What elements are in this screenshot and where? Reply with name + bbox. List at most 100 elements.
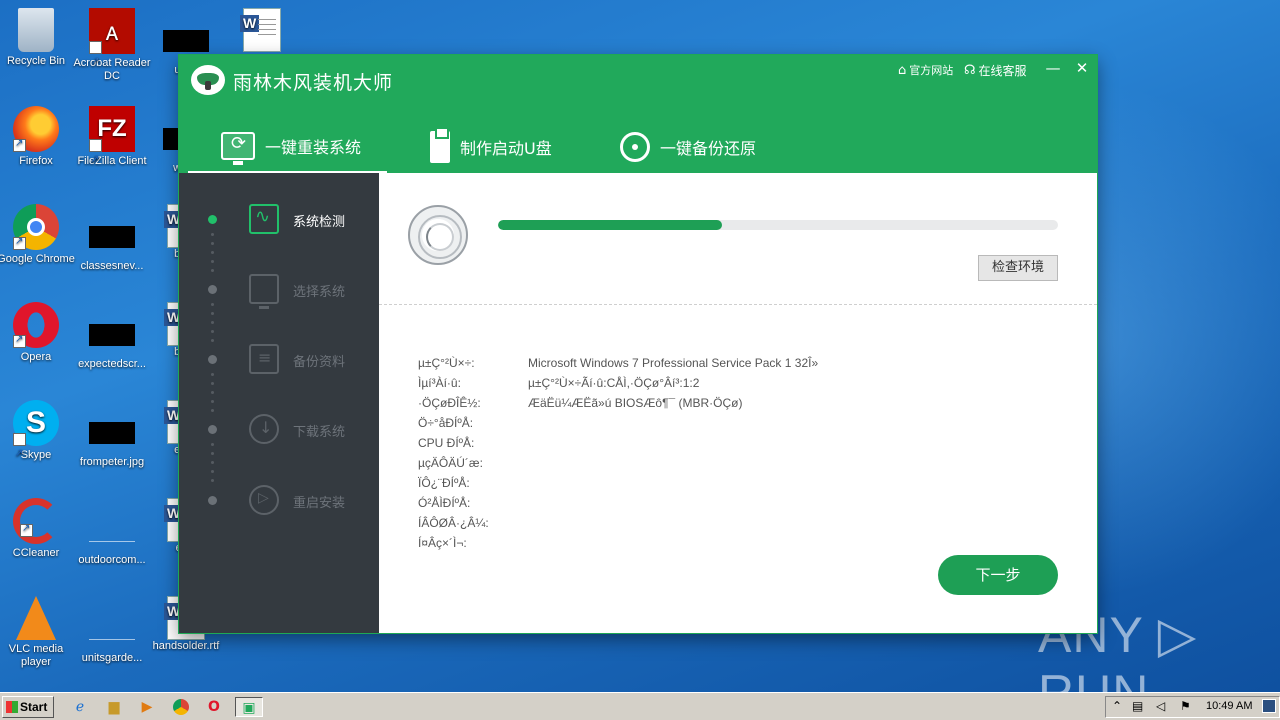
- vlc-cone-icon: [16, 596, 56, 640]
- desktop-icon-skype[interactable]: S Skype: [0, 400, 76, 477]
- info-row: ÍÂÔØÂ·¿Â¼:: [418, 516, 1058, 536]
- desktop-icon-word-doc[interactable]: [222, 8, 302, 52]
- acrobat-icon: ᴀ: [89, 8, 135, 85]
- desktop-icon-firefox[interactable]: Firefox: [0, 106, 76, 168]
- info-value: ÆäËü¼ÆËã»ú BIOSÆô¶¯ (MBR·ÖÇø): [528, 396, 743, 410]
- usb-drive-icon: [430, 127, 450, 163]
- desktop-icon-label: Firefox: [19, 155, 53, 167]
- volume-icon[interactable]: ◁: [1156, 699, 1165, 713]
- monitor-icon: [249, 274, 279, 309]
- online-service-link[interactable]: ☊ 在线客服: [964, 62, 1027, 79]
- chrome-taskbar-icon[interactable]: [171, 697, 191, 717]
- show-desktop-icon[interactable]: [1262, 699, 1276, 713]
- info-row: ·ÖÇøÐÎÊ½: ÆäËü¼ÆËã»ú BIOSÆô¶¯ (MBR·ÖÇø): [418, 396, 1058, 416]
- opera-taskbar-icon[interactable]: O: [204, 697, 224, 717]
- info-key: µçÄÔÄÚ´æ:: [418, 456, 483, 470]
- desktop-icon-opera[interactable]: Opera: [0, 302, 76, 364]
- step-download-system: 下载系统: [179, 410, 379, 450]
- documents-icon: [249, 344, 279, 374]
- check-environment-button[interactable]: 检查环境: [978, 255, 1058, 281]
- close-button[interactable]: ✕: [1072, 59, 1092, 77]
- desktop-icon-label: VLC media player: [8, 643, 64, 668]
- info-row: CPU ÐÍºÅ:: [418, 436, 1058, 456]
- minimize-button[interactable]: —: [1043, 59, 1063, 77]
- desktop-icon-unitsgarde[interactable]: unitsgarde...: [72, 606, 152, 665]
- main-tabs: 一键重装系统 制作启动U盘 一键备份还原: [179, 121, 1097, 173]
- headset-icon: ☊: [964, 63, 976, 78]
- step-indicator: [208, 285, 217, 294]
- desktop-icon-label: handsolder.rtf: [152, 640, 220, 652]
- ccleaner-icon: [13, 498, 59, 544]
- ie-icon[interactable]: ℯ: [70, 697, 90, 717]
- tab-one-click-reinstall[interactable]: 一键重装系统: [188, 121, 387, 173]
- media-player-icon[interactable]: ▶: [137, 697, 157, 717]
- info-key: Í¤Âç×´Ì¬:: [418, 536, 467, 550]
- word-document-icon: [240, 8, 281, 52]
- desktop-icon-recycle-bin[interactable]: Recycle Bin: [0, 8, 76, 68]
- flag-icon[interactable]: ⚑: [1180, 699, 1191, 713]
- installer-taskbar-button[interactable]: ▣: [235, 697, 263, 717]
- info-row: Ìµí³Àí·û: µ±Ç°²Ù×÷Ãí·û:CÅÌ,·ÖÇø°Âí³:1:2: [418, 376, 1058, 396]
- desktop-icon-classesnev[interactable]: classesnev...: [72, 214, 152, 273]
- desktop-icon-frompeter[interactable]: frompeter.jpg: [72, 410, 152, 469]
- info-key: Ö÷°åÐÍºÅ:: [418, 416, 474, 430]
- info-key: ÍÂÔØÂ·¿Â¼:: [418, 516, 489, 530]
- steps-sidebar: 系统检测 选择系统 备份资料 下载系统 重启安装: [179, 173, 379, 633]
- desktop-icon-label: expectedscr...: [78, 358, 146, 370]
- system-tray: ⌃ ▤ ◁ ⚑ 10:49 AM: [1105, 696, 1280, 718]
- desktop-icon-label: classesnev...: [80, 260, 144, 272]
- info-row: ÏÔ¿¨ÐÍºÅ:: [418, 476, 1058, 496]
- desktop-icon-label: outdoorcom...: [78, 554, 146, 566]
- info-key: ·ÖÇøÐÎÊ½:: [418, 396, 481, 410]
- step-label: 重启安装: [293, 496, 346, 511]
- step-system-check: 系统检测: [179, 200, 379, 240]
- start-button[interactable]: Start: [2, 696, 54, 718]
- dashed-divider: [379, 304, 1097, 305]
- title-bar: 雨林木风装机大师 ⌂ 官方网站 ☊ 在线客服 — ✕ 一键重装系统 制作启动U盘…: [179, 55, 1097, 173]
- step-backup-data: 备份资料: [179, 340, 379, 380]
- network-icon[interactable]: ▤: [1132, 699, 1143, 713]
- desktop-icon-label: CCleaner: [12, 547, 60, 559]
- system-info-list: µ±Ç°²Ù×÷: Microsoft Windows 7 Professiona…: [418, 356, 1058, 556]
- info-row: Í¤Âç×´Ì¬:: [418, 536, 1058, 556]
- info-value: µ±Ç°²Ù×÷Ãí·û:CÅÌ,·ÖÇø°Âí³:1:2: [528, 376, 700, 390]
- step-label: 下载系统: [293, 425, 346, 440]
- desktop-icon-google-chrome[interactable]: Google Chrome: [0, 204, 76, 266]
- desktop-icon-expectedscr[interactable]: expectedscr...: [72, 312, 152, 371]
- desktop-icon-label: unitsgarde...: [81, 652, 143, 664]
- step-restart-install: 重启安装: [179, 481, 379, 521]
- info-key: µ±Ç°²Ù×÷:: [418, 356, 475, 370]
- shortcut-arrow-icon: [13, 333, 26, 348]
- next-step-button[interactable]: 下一步: [938, 555, 1058, 595]
- desktop-icon-outdoorcom[interactable]: outdoorcom...: [72, 508, 152, 567]
- filezilla-icon: FZ: [89, 106, 135, 183]
- tray-expand-icon[interactable]: ⌃: [1112, 699, 1122, 713]
- info-row: Ö÷°åÐÍºÅ:: [418, 416, 1058, 436]
- desktop-icon-label: Opera: [20, 351, 52, 363]
- tab-make-boot-usb[interactable]: 制作启动U盘: [430, 121, 552, 173]
- desktop-icon-ccleaner[interactable]: CCleaner: [0, 498, 76, 560]
- info-key: CPU ÐÍºÅ:: [418, 436, 475, 450]
- backup-restore-icon: [620, 132, 650, 162]
- redacted-thumbnail: [89, 226, 135, 248]
- desktop-icon-label: Skype: [20, 449, 52, 461]
- step-indicator: [208, 496, 217, 505]
- clock: 10:49 AM: [1206, 700, 1253, 712]
- redacted-thumbnail: [89, 324, 135, 346]
- tab-label: 一键重装系统: [265, 138, 362, 157]
- taskbar: Start ℯ ▆ ▶ O ▣ ⌃ ▤ ◁ ⚑ 10:49 AM: [0, 692, 1280, 720]
- main-content: 检查环境 µ±Ç°²Ù×÷: Microsoft Windows 7 Profes…: [379, 173, 1097, 633]
- info-row: µ±Ç°²Ù×÷: Microsoft Windows 7 Professiona…: [418, 356, 1058, 376]
- step-label: 系统检测: [293, 215, 346, 230]
- info-key: Ìµí³Àí·û:: [418, 376, 461, 390]
- folder-icon[interactable]: ▆: [104, 697, 124, 717]
- home-icon: ⌂: [898, 62, 907, 78]
- desktop-icon-filezilla[interactable]: FZ FileZilla Client: [72, 106, 152, 183]
- tab-backup-restore[interactable]: 一键备份还原: [620, 121, 756, 173]
- desktop-icon-acrobat-reader[interactable]: ᴀ Acrobat Reader DC: [72, 8, 152, 85]
- official-site-link[interactable]: ⌂ 官方网站: [898, 62, 953, 78]
- desktop-icon-vlc[interactable]: VLC media player: [0, 596, 76, 669]
- file-thumbnail: [89, 520, 135, 542]
- progress-fill: [498, 220, 722, 230]
- chrome-icon: [13, 204, 59, 250]
